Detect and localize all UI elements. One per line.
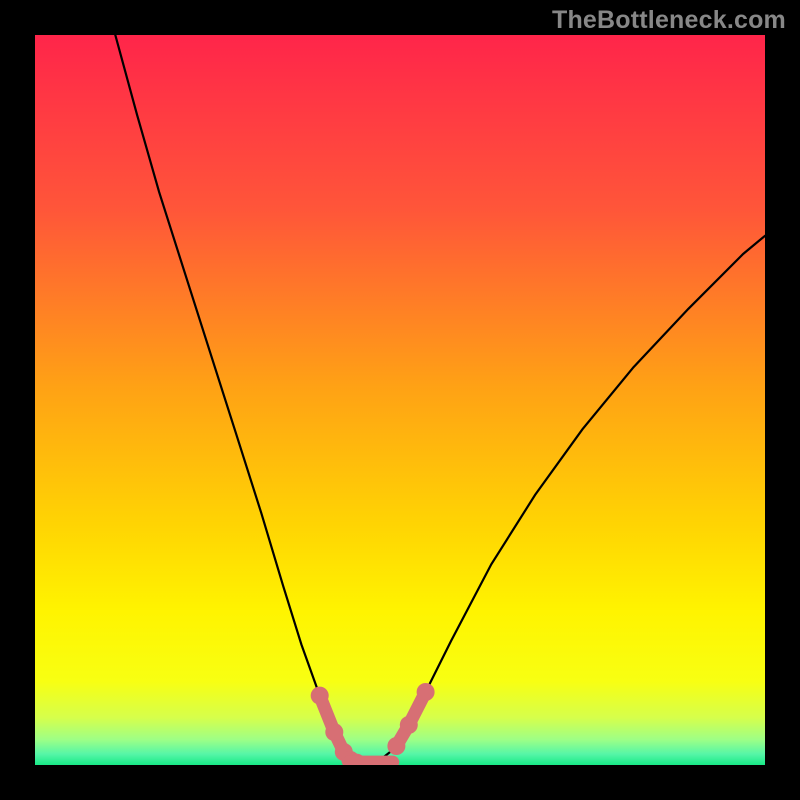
curve-marker — [417, 683, 435, 701]
chart-frame: TheBottleneck.com — [0, 0, 800, 800]
chart-plot-area — [35, 35, 765, 765]
chart-svg — [35, 35, 765, 765]
watermark-text: TheBottleneck.com — [552, 6, 786, 35]
